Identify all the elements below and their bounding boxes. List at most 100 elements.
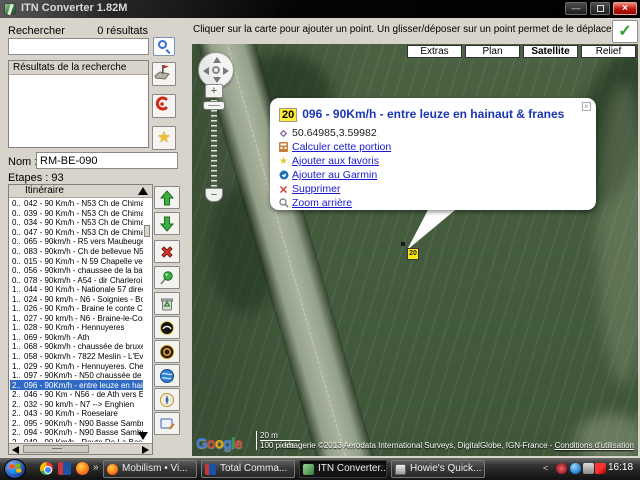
- compass-button[interactable]: [154, 388, 180, 411]
- pan-center-icon[interactable]: [212, 66, 220, 74]
- list-item[interactable]: 1.. 044 - 90 Km/h - Nationale 57 directi…: [10, 285, 143, 295]
- list-item[interactable]: 0.. 065 - 90km/h - R5 vers Maubeuge: [10, 237, 143, 247]
- itinerary-column-header[interactable]: Itinéraire: [9, 185, 152, 198]
- list-item[interactable]: 1.. 068 - 90km/h - chaussée de bruxelle: [10, 342, 143, 352]
- confirm-button[interactable]: ✓: [612, 20, 638, 43]
- map-button-plan[interactable]: Plan: [465, 45, 520, 58]
- list-item[interactable]: 2.. 043 - 90 Km/h - Roeselare: [10, 409, 143, 419]
- zoom-out-button[interactable]: −: [205, 188, 223, 202]
- list-item[interactable]: 1.. 058 - 90km/h - 7822 Meslin - L'Eveq: [10, 352, 143, 362]
- list-item[interactable]: 1.. 026 - 90 Km/h - Braine le conte Chee: [10, 304, 143, 314]
- pan-left-icon[interactable]: [203, 67, 209, 75]
- tray-icon-3[interactable]: [583, 463, 594, 474]
- list-item[interactable]: 0.. 047 - 90 Km/h - N53 Ch de Chimay d: [10, 228, 143, 238]
- add-result-button[interactable]: [152, 62, 176, 86]
- map-pan-control[interactable]: [198, 52, 234, 88]
- list-item[interactable]: 2.. 032 - 90 km/h - N7 --> Enghien: [10, 399, 143, 409]
- scroll-down-arrow[interactable]: [138, 432, 148, 440]
- list-item-index: 0..: [12, 237, 24, 246]
- list-item[interactable]: 0.. 034 - 90 Km/h - N53 Ch de Chimay d: [10, 218, 143, 228]
- zoom-slider-track[interactable]: [211, 100, 217, 188]
- scroll-up-arrow[interactable]: [138, 187, 148, 195]
- camera-dark-button[interactable]: [154, 316, 180, 339]
- bubble-link-zoomout[interactable]: Zoom arrière: [292, 197, 352, 209]
- list-item[interactable]: 0.. 078 - 90km/h - A54 - dir Charleroi à…: [10, 275, 143, 285]
- quicklaunch-chrome-icon[interactable]: [40, 462, 53, 475]
- list-item[interactable]: 1.. 028 - 90 Km/h - Hennuyeres: [10, 323, 143, 333]
- start-button[interactable]: [4, 459, 26, 479]
- zoom-slider-thumb[interactable]: [203, 101, 225, 110]
- map-button-satellite[interactable]: Satellite: [523, 45, 578, 58]
- horizontal-scrollbar-thumb[interactable]: [23, 445, 89, 453]
- pan-up-icon[interactable]: [213, 57, 221, 63]
- compass-icon: [159, 392, 175, 408]
- bubble-close-icon[interactable]: ×: [582, 102, 591, 111]
- insert-point-button[interactable]: [154, 266, 180, 289]
- horizontal-scrollbar[interactable]: [9, 443, 152, 454]
- list-item[interactable]: 2.. 095 - 90Km/h - N90 Basse Sambre: [10, 419, 143, 429]
- pan-down-icon[interactable]: [213, 77, 221, 83]
- list-item[interactable]: 1.. 024 - 90 km/h - N6 - Soignies - Bois…: [10, 294, 143, 304]
- list-item[interactable]: 2.. 096 - 90Km/h - entre leuze en hainau: [10, 380, 143, 390]
- camera-orange-button[interactable]: [154, 340, 180, 363]
- vertical-scrollbar-thumb[interactable]: [144, 225, 150, 237]
- bubble-link-garmin[interactable]: Ajouter au Garmin: [292, 169, 377, 181]
- quicklaunch-overflow-chevron[interactable]: »: [93, 462, 99, 473]
- list-item[interactable]: 0.. 083 - 90km/h - Ch de bellevue N552: [10, 247, 143, 257]
- tray-icon-1[interactable]: [556, 463, 567, 474]
- search-results-list[interactable]: Résultats de la recherche: [8, 60, 149, 148]
- favorites-button[interactable]: ★: [152, 126, 176, 150]
- route-point-marker[interactable]: 20: [407, 248, 419, 260]
- scroll-right-arrow[interactable]: [142, 446, 149, 454]
- bubble-link-calculate[interactable]: Calculer cette portion: [292, 141, 391, 153]
- list-item-label: 069 - 90km/h - Ath: [24, 333, 89, 342]
- map-button-relief[interactable]: Relief: [581, 45, 636, 58]
- list-item[interactable]: 1.. 097 - 90Km/h - N50 chaussée de Ler: [10, 371, 143, 381]
- route-swirl-button[interactable]: [152, 94, 176, 118]
- export-button[interactable]: [154, 412, 180, 435]
- itinerary-list[interactable]: Itinéraire 0.. 042 - 90 Km/h - N53 Ch de…: [8, 184, 153, 455]
- tray-icon-2[interactable]: [570, 463, 581, 474]
- list-item-label: 028 - 90 Km/h - Hennuyeres: [24, 323, 125, 332]
- list-item[interactable]: 1.. 027 - 90 km/h - N6 - Braine-le-Comte: [10, 314, 143, 324]
- list-item[interactable]: 2.. 094 - 90Km/h - N90 Basse Sambre: [10, 428, 143, 438]
- quicklaunch-totalcommander-icon[interactable]: [58, 462, 71, 475]
- bubble-link-favorites[interactable]: Ajouter aux favoris: [292, 155, 379, 167]
- recycle-bin-button[interactable]: [154, 292, 180, 315]
- pan-right-icon[interactable]: [223, 67, 229, 75]
- globe-button[interactable]: [154, 364, 180, 387]
- list-item[interactable]: 1.. 029 - 90 Km/h - Hennuyeres. Chee d: [10, 361, 143, 371]
- quicklaunch-firefox-icon[interactable]: [76, 462, 89, 475]
- route-name-field[interactable]: [36, 152, 178, 169]
- list-item[interactable]: 1.. 069 - 90km/h - Ath: [10, 333, 143, 343]
- bubble-link-delete[interactable]: Supprimer: [292, 183, 340, 195]
- scroll-left-arrow[interactable]: [12, 446, 19, 454]
- taskbar-item-itnconverter[interactable]: ITN Converter...: [299, 460, 387, 478]
- move-down-button[interactable]: [154, 212, 180, 235]
- list-item[interactable]: 0.. 039 - 90 Km/h - N53 Ch de Chimay d: [10, 209, 143, 219]
- tray-icon-4[interactable]: [595, 463, 606, 474]
- map-canvas[interactable]: Extras Plan Satellite Relief + − × 20096…: [192, 44, 638, 456]
- move-up-button[interactable]: [154, 186, 180, 209]
- taskbar-item-howies[interactable]: Howie's Quick...: [391, 460, 485, 478]
- list-item[interactable]: 0.. 056 - 90km/h - chaussee de la barri: [10, 266, 143, 276]
- list-item-label: 042 - 90 Km/h - N53 Ch de Chimay d: [24, 199, 143, 208]
- taskbar-item-totalcommander[interactable]: Total Comma...: [201, 460, 295, 478]
- minimize-button[interactable]: —: [565, 2, 587, 15]
- taskbar-item-mobilism[interactable]: Mobilism • Vi...: [103, 460, 197, 478]
- tray-expand-chevron[interactable]: <: [543, 463, 548, 473]
- search-button[interactable]: [153, 37, 175, 56]
- list-item-index: 1..: [12, 362, 24, 371]
- route-point-dot[interactable]: [401, 242, 405, 246]
- delete-point-button[interactable]: [154, 240, 180, 263]
- list-item[interactable]: 2.. 046 - 90 Km - N56 - de Ath vers E429: [10, 390, 143, 400]
- list-item[interactable]: 2.. 049 - 90 Km/h - Route De La Basse S: [10, 438, 143, 442]
- list-item[interactable]: 0.. 042 - 90 Km/h - N53 Ch de Chimay d: [10, 199, 143, 209]
- map-button-extras[interactable]: Extras: [407, 45, 462, 58]
- maximize-button[interactable]: [590, 2, 610, 15]
- zoom-in-button[interactable]: +: [205, 84, 223, 98]
- search-input[interactable]: [8, 38, 149, 55]
- terms-link[interactable]: Conditions d'utilisation: [555, 441, 634, 450]
- close-button[interactable]: ×: [613, 2, 637, 15]
- list-item[interactable]: 0.. 015 - 90 Km/h - N 59 Chapelle vers S: [10, 256, 143, 266]
